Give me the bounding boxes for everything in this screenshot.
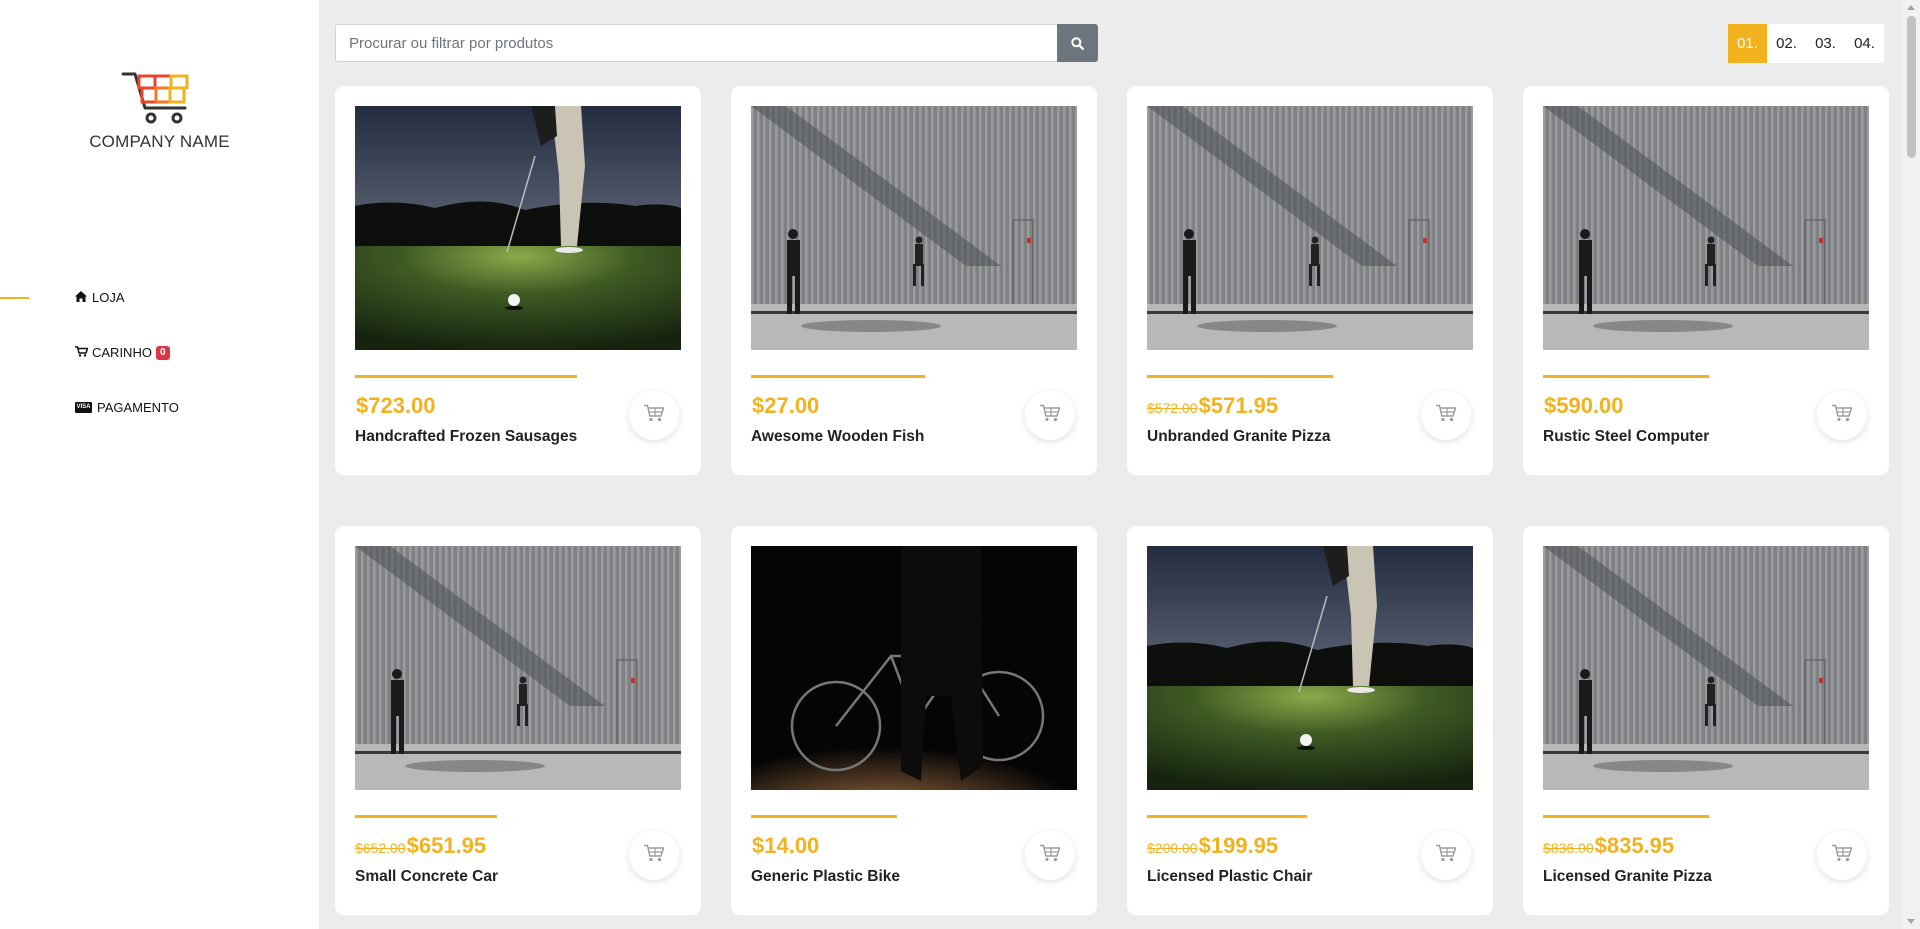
page-button-2[interactable]: 02. [1767, 24, 1806, 63]
add-to-cart-button[interactable] [1817, 390, 1867, 440]
scroll-up-arrow[interactable] [1907, 5, 1915, 10]
scroll-down-arrow[interactable] [1907, 919, 1915, 924]
product-name[interactable]: Awesome Wooden Fish [751, 428, 924, 446]
product-price: $590.00 [1543, 393, 1624, 419]
sidebar-item-label: LOJA [92, 290, 125, 305]
sidebar-item-pagamento[interactable]: VISA PAGAMENTO [0, 380, 319, 435]
product-name[interactable]: Rustic Steel Computer [1543, 428, 1709, 446]
product-name[interactable]: Generic Plastic Bike [751, 868, 900, 886]
add-to-cart-button[interactable] [1421, 830, 1471, 880]
pagination: 01. 02. 03. 04. [1728, 24, 1884, 63]
shopping-cart-logo-icon [121, 72, 188, 124]
sidebar-item-label: CARINHO [92, 345, 152, 360]
scrollbar[interactable] [1903, 0, 1920, 929]
add-to-cart-button[interactable] [1817, 830, 1867, 880]
cart-icon [1435, 844, 1457, 867]
product-image[interactable] [1147, 546, 1473, 790]
product-card[interactable]: $27.00 Awesome Wooden Fish [731, 86, 1097, 475]
page-button-4[interactable]: 04. [1845, 24, 1884, 63]
search-input[interactable] [335, 24, 1057, 62]
current-price: $571.95 [1198, 393, 1279, 418]
price-accent-line [1543, 815, 1709, 818]
old-price: $572.00 [1147, 400, 1198, 416]
current-price: $835.95 [1594, 833, 1675, 858]
product-card[interactable]: $200.00$199.95 Licensed Plastic Chair [1127, 526, 1493, 915]
price-accent-line [1147, 375, 1333, 378]
price-accent-line [751, 815, 897, 818]
search-bar [335, 24, 1098, 62]
current-price: $14.00 [752, 833, 820, 858]
product-card[interactable]: $590.00 Rustic Steel Computer [1523, 86, 1889, 475]
cart-icon [1039, 844, 1061, 867]
page-button-3[interactable]: 03. [1806, 24, 1845, 63]
product-name[interactable]: Unbranded Granite Pizza [1147, 428, 1330, 446]
product-image[interactable] [355, 546, 681, 790]
visa-card-icon: VISA [75, 402, 92, 413]
current-price: $590.00 [1544, 393, 1624, 418]
current-price: $199.95 [1198, 833, 1279, 858]
cart-icon [1039, 404, 1061, 427]
scroll-thumb[interactable] [1907, 16, 1916, 158]
add-to-cart-button[interactable] [629, 390, 679, 440]
cart-icon [1831, 844, 1853, 867]
product-name[interactable]: Small Concrete Car [355, 868, 498, 886]
product-price: $27.00 [751, 393, 819, 419]
price-accent-line [1543, 375, 1709, 378]
current-price: $723.00 [356, 393, 436, 418]
product-card[interactable]: $572.00$571.95 Unbranded Granite Pizza [1127, 86, 1493, 475]
page-button-1[interactable]: 01. [1728, 24, 1767, 63]
product-price: $14.00 [751, 833, 819, 859]
product-image[interactable] [1543, 106, 1869, 350]
product-price: $723.00 [355, 393, 436, 419]
product-card[interactable]: $14.00 Generic Plastic Bike [731, 526, 1097, 915]
active-indicator [0, 297, 29, 299]
product-card[interactable]: $723.00 Handcrafted Frozen Sausages [335, 86, 701, 475]
price-accent-line [355, 815, 497, 818]
product-name[interactable]: Licensed Plastic Chair [1147, 868, 1312, 886]
product-card[interactable]: $652.00$651.95 Small Concrete Car [335, 526, 701, 915]
sidebar: COMPANY NAME LOJA CARINHO 0 VISA PAGAMEN… [0, 0, 319, 929]
price-accent-line [1147, 815, 1307, 818]
product-image[interactable] [751, 546, 1077, 790]
search-button[interactable] [1057, 24, 1098, 62]
current-price: $27.00 [752, 393, 820, 418]
cart-icon [643, 404, 665, 427]
add-to-cart-button[interactable] [629, 830, 679, 880]
sidebar-item-loja[interactable]: LOJA [0, 270, 319, 325]
product-price: $200.00$199.95 [1147, 833, 1278, 859]
product-image[interactable] [751, 106, 1077, 350]
cart-icon [1435, 404, 1457, 427]
old-price: $200.00 [1147, 840, 1198, 856]
sidebar-item-label: PAGAMENTO [97, 400, 179, 415]
current-price: $651.95 [406, 833, 487, 858]
product-price: $572.00$571.95 [1147, 393, 1278, 419]
price-accent-line [355, 375, 577, 378]
product-image[interactable] [355, 106, 681, 350]
sidebar-nav: LOJA CARINHO 0 VISA PAGAMENTO [0, 270, 319, 435]
cart-icon [643, 844, 665, 867]
cart-icon [1831, 404, 1853, 427]
add-to-cart-button[interactable] [1421, 390, 1471, 440]
product-name[interactable]: Licensed Granite Pizza [1543, 868, 1712, 886]
product-image[interactable] [1147, 106, 1473, 350]
add-to-cart-button[interactable] [1025, 830, 1075, 880]
logo[interactable]: COMPANY NAME [0, 66, 319, 152]
home-icon [75, 290, 89, 305]
old-price: $836.00 [1543, 840, 1594, 856]
cart-count-badge: 0 [155, 345, 170, 360]
old-price: $652.00 [355, 840, 406, 856]
product-card[interactable]: $836.00$835.95 Licensed Granite Pizza [1523, 526, 1889, 915]
product-price: $836.00$835.95 [1543, 833, 1674, 859]
add-to-cart-button[interactable] [1025, 390, 1075, 440]
cart-icon [75, 345, 89, 360]
product-image[interactable] [1543, 546, 1869, 790]
search-icon [1071, 36, 1084, 50]
product-name[interactable]: Handcrafted Frozen Sausages [355, 428, 577, 446]
product-price: $652.00$651.95 [355, 833, 486, 859]
price-accent-line [751, 375, 925, 378]
sidebar-item-carinho[interactable]: CARINHO 0 [0, 325, 319, 380]
company-name: COMPANY NAME [89, 132, 230, 151]
